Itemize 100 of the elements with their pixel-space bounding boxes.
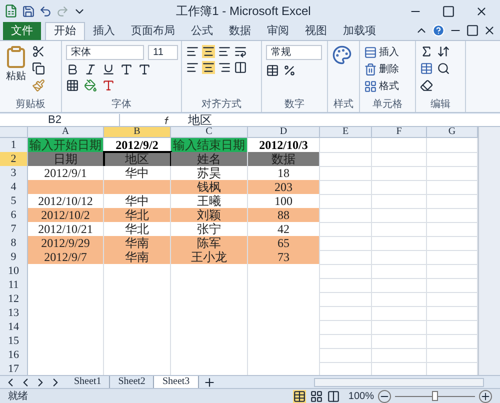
table-cell[interactable] <box>372 152 427 167</box>
align-top-icon[interactable] <box>186 45 199 58</box>
table-cell[interactable] <box>320 278 372 293</box>
sort-icon[interactable] <box>437 45 450 58</box>
table-cell[interactable]: 42 <box>248 222 320 237</box>
table-cell[interactable] <box>320 250 372 265</box>
align-center-icon[interactable] <box>202 61 215 74</box>
wrap-text-icon[interactable] <box>234 45 247 58</box>
ribbon-tab[interactable]: 页面布局 <box>123 22 183 40</box>
table-cell[interactable] <box>104 264 171 279</box>
bold-icon[interactable] <box>66 63 79 76</box>
font-name-field[interactable]: 宋体 <box>66 45 144 60</box>
table-cell[interactable] <box>320 194 372 209</box>
table-cell[interactable] <box>372 320 427 335</box>
table-cell[interactable] <box>372 208 427 223</box>
table-cell[interactable]: 输入开始日期 <box>28 138 104 153</box>
new-sheet-icon[interactable] <box>202 376 216 388</box>
undo-icon[interactable] <box>39 4 52 18</box>
row-header[interactable]: 10 <box>0 264 28 279</box>
column-header[interactable]: G <box>427 127 478 138</box>
grow-font-icon[interactable] <box>120 63 133 76</box>
table-cell[interactable] <box>248 362 320 375</box>
merge-icon[interactable] <box>234 61 247 74</box>
paste-button[interactable]: 粘贴 <box>6 69 26 84</box>
row-header[interactable]: 1 <box>0 138 28 153</box>
table-cell[interactable]: 18 <box>248 166 320 181</box>
column-header[interactable]: A <box>28 127 104 138</box>
formula-field[interactable]: 地区 <box>180 114 500 126</box>
font-size-field[interactable]: 11 <box>148 45 178 60</box>
table-cell[interactable]: 华北 <box>104 222 171 237</box>
clear-icon[interactable] <box>420 79 433 92</box>
table-cell[interactable]: 刘颖 <box>171 208 248 223</box>
shrink-font-icon[interactable] <box>138 63 151 76</box>
table-cell[interactable]: 张宁 <box>171 222 248 237</box>
row-header[interactable]: 3 <box>0 166 28 181</box>
align-bottom-icon[interactable] <box>218 45 231 58</box>
table-cell[interactable]: 2012/9/7 <box>28 250 104 265</box>
table-cell[interactable]: 华南 <box>104 236 171 251</box>
table-cell[interactable]: 地区 <box>104 152 171 167</box>
table-cell[interactable]: 100 <box>248 194 320 209</box>
cells-command[interactable]: 删除 <box>379 62 399 77</box>
horizontal-scrollbar[interactable] <box>314 378 484 386</box>
table-cell[interactable] <box>171 264 248 279</box>
table-cell[interactable]: 华北 <box>104 208 171 223</box>
italic-icon[interactable] <box>84 63 97 76</box>
maximize-icon[interactable] <box>442 4 455 18</box>
vertical-scrollbar[interactable] <box>478 127 500 375</box>
align-right-icon[interactable] <box>218 61 231 74</box>
zoom-out-icon[interactable] <box>378 390 391 402</box>
row-header[interactable]: 2 <box>0 152 28 167</box>
align-left-icon[interactable] <box>186 61 199 74</box>
table-cell[interactable] <box>372 236 427 251</box>
table-cell[interactable] <box>372 292 427 307</box>
cells-command[interactable]: 插入 <box>379 45 399 60</box>
table-cell[interactable]: 王小龙 <box>171 250 248 265</box>
row-header[interactable]: 17 <box>0 362 28 375</box>
help-icon[interactable] <box>432 24 445 37</box>
table-cell[interactable] <box>104 180 171 195</box>
table-cell[interactable] <box>320 334 372 349</box>
table-cell[interactable]: 2012/10/21 <box>28 222 104 237</box>
table-cell[interactable]: 数据 <box>248 152 320 167</box>
table-cell[interactable] <box>372 138 427 153</box>
ribbon-tab[interactable]: 文件 <box>3 22 41 40</box>
table-cell[interactable]: 2012/10/12 <box>28 194 104 209</box>
table-cell[interactable] <box>320 152 372 167</box>
table-cell[interactable]: 钱枫 <box>171 180 248 195</box>
ribbon-tab[interactable]: 插入 <box>85 22 123 40</box>
table-cell[interactable] <box>320 236 372 251</box>
table-cell[interactable] <box>320 138 372 153</box>
row-header[interactable]: 16 <box>0 348 28 363</box>
zoom-thumb[interactable] <box>432 391 438 401</box>
ribbon-tab[interactable]: 视图 <box>297 22 335 40</box>
row-header[interactable]: 5 <box>0 194 28 209</box>
table-cell[interactable]: 陈军 <box>171 236 248 251</box>
delete-icon[interactable] <box>364 63 377 76</box>
table-cell[interactable]: 姓名 <box>171 152 248 167</box>
close-icon[interactable] <box>475 4 488 18</box>
row-header[interactable]: 14 <box>0 320 28 335</box>
row-header[interactable]: 7 <box>0 222 28 237</box>
table-cell[interactable]: 203 <box>248 180 320 195</box>
page-layout-icon[interactable] <box>310 390 324 402</box>
row-header[interactable]: 13 <box>0 306 28 321</box>
zoom-in-icon[interactable] <box>479 390 492 402</box>
table-cell[interactable]: 73 <box>248 250 320 265</box>
table-cell[interactable] <box>320 222 372 237</box>
table-cell[interactable] <box>248 264 320 279</box>
table-cell[interactable]: 日期 <box>28 152 104 167</box>
save-icon[interactable] <box>22 4 35 18</box>
ribbon-tab[interactable]: 开始 <box>45 22 85 40</box>
table-cell[interactable]: 王曦 <box>171 194 248 209</box>
select-all-corner[interactable] <box>0 127 28 138</box>
table-cell[interactable] <box>320 180 372 195</box>
table-cell[interactable] <box>372 194 427 209</box>
row-header[interactable]: 9 <box>0 250 28 265</box>
column-header[interactable]: D <box>248 127 320 138</box>
format-painter-icon[interactable] <box>32 79 45 92</box>
copy-icon[interactable] <box>32 62 45 75</box>
row-header[interactable]: 6 <box>0 208 28 223</box>
table-cell[interactable]: 2012/9/1 <box>28 166 104 181</box>
restore-icon[interactable] <box>466 24 479 37</box>
